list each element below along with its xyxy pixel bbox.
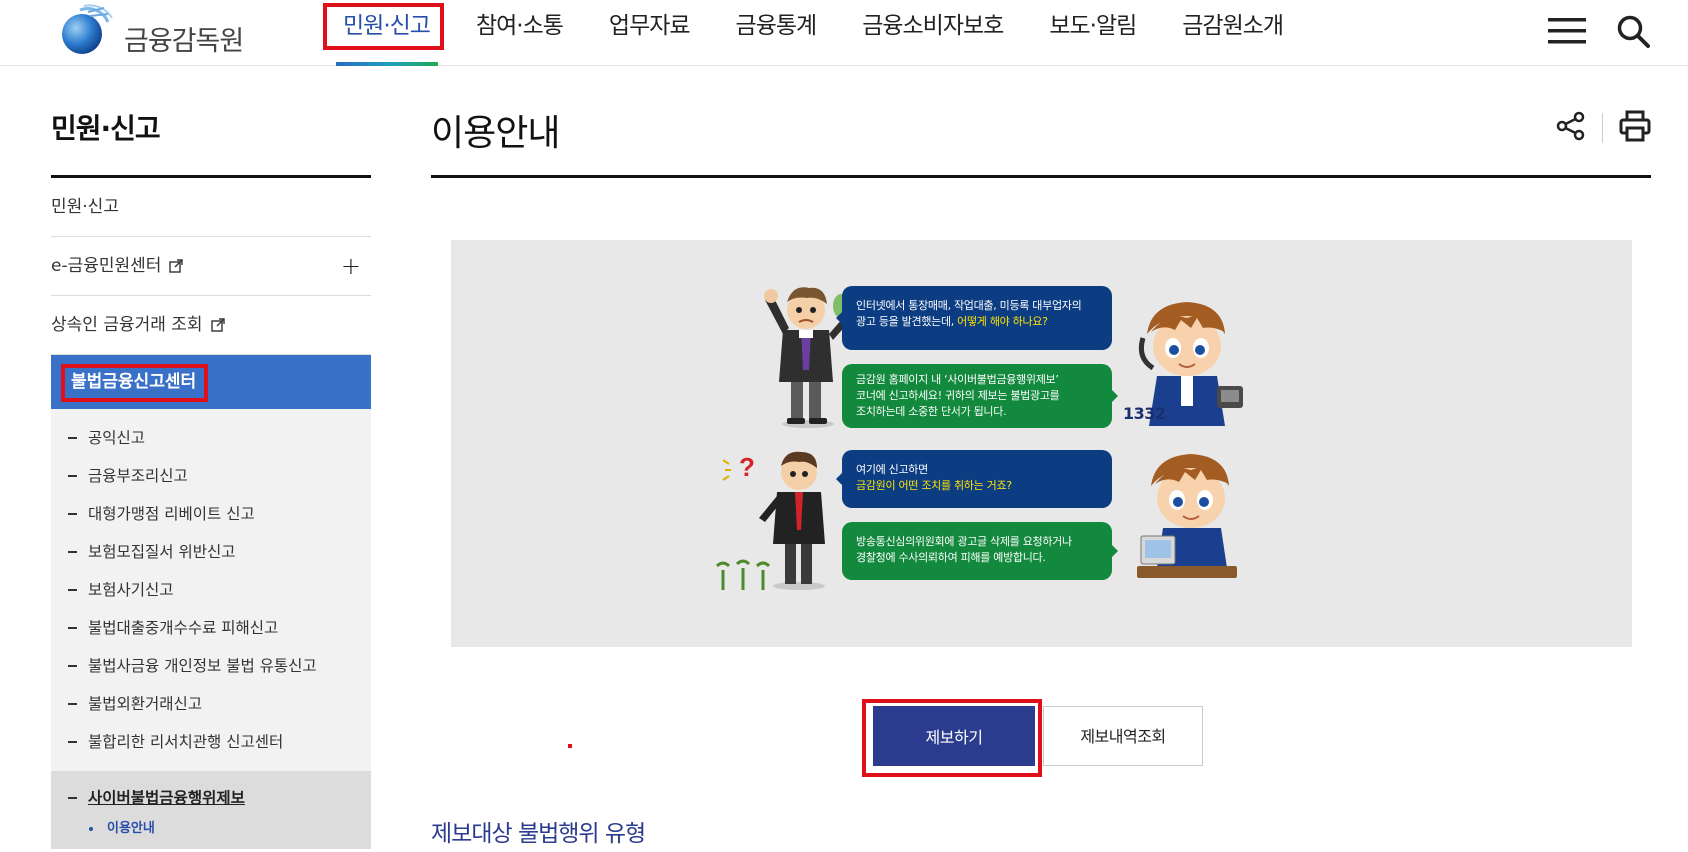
lnb-sub-item[interactable]: 불법외환거래신고 xyxy=(51,685,371,723)
lnb-item-label: 민원·신고 xyxy=(51,197,119,217)
lnb-sub-item-label: 불법대출중개수수료 피해신고 xyxy=(88,619,279,637)
dash-icon xyxy=(68,437,77,439)
bullet-icon xyxy=(89,827,93,831)
lnb-item-inheritance-lookup[interactable]: 상속인 금융거래 조회 xyxy=(51,296,371,355)
dash-icon xyxy=(68,703,77,705)
hotline-number: 1332 xyxy=(1123,404,1166,423)
lnb-title: 민원·신고 xyxy=(51,66,371,178)
lnb-item-e-complaint-center[interactable]: e-금융민원센터 + xyxy=(51,237,371,296)
section-title-violation-types: 제보대상 불법행위 유형 xyxy=(431,821,646,847)
print-icon[interactable] xyxy=(1619,110,1651,146)
dash-icon xyxy=(68,589,77,591)
lnb-active-illegal-finance-center[interactable]: 불법금융신고센터 xyxy=(51,355,371,409)
lnb-sub-item[interactable]: 불법사금융 개인정보 불법 유통신고 xyxy=(51,647,371,685)
logo-text: 금융감독원 xyxy=(124,25,244,57)
gnb-item-about[interactable]: 금감원소개 xyxy=(1159,0,1306,66)
bubble-text: 광고 등을 발견했는데, xyxy=(856,315,958,328)
lnb-sub-item-label: 불법사금융 개인정보 불법 유통신고 xyxy=(88,657,317,675)
lnb-item-label: 상속인 금융거래 조회 xyxy=(51,315,203,335)
site-header: 금융감독원 민원·신고 참여·소통 업무자료 금융통계 금융소비자보호 보도·알… xyxy=(0,0,1688,66)
lnb-sub-item-label: 보험사기신고 xyxy=(88,581,174,599)
expand-plus-icon[interactable]: + xyxy=(341,237,361,295)
dash-icon xyxy=(68,475,77,477)
usage-guide-illustration: 인터넷에서 통장매매, 작업대출, 미등록 대부업자의 광고 등을 발견했는데,… xyxy=(451,240,1632,647)
dash-icon xyxy=(68,627,77,629)
left-nav: 민원·신고 민원·신고 e-금융민원센터 + 상속인 금융거래 조회 불법금융신… xyxy=(51,66,371,849)
header-tools xyxy=(1548,12,1652,50)
lnb-current-group: 사이버불법금융행위제보 이용안내 xyxy=(51,771,371,849)
global-nav: 민원·신고 참여·소통 업무자료 금융통계 금융소비자보호 보도·알림 금감원소… xyxy=(320,0,1306,66)
lnb-leaf-label: 이용안내 xyxy=(107,821,155,836)
lnb-item-complaint[interactable]: 민원·신고 xyxy=(51,178,371,237)
lnb-sub-list: 공익신고 금융부조리신고 대형가맹점 리베이트 신고 보험모집질서 위반신고 보… xyxy=(51,409,371,771)
lnb-sub-item[interactable]: 금융부조리신고 xyxy=(51,457,371,495)
page-header: 이용안내 xyxy=(431,66,1651,178)
bubble-highlight-text: 금감원이 어떤 조치를 취하는 거죠? xyxy=(856,479,1012,492)
dash-icon xyxy=(68,797,77,799)
lnb-sub-item-label: 공익신고 xyxy=(88,429,146,447)
lnb-sub-item[interactable]: 보험사기신고 xyxy=(51,571,371,609)
bubble-text: 경찰청에 수사의뢰하여 피해를 예방합니다. xyxy=(856,551,1046,564)
lnb-sub-item-label: 불법외환거래신고 xyxy=(88,695,203,713)
gnb-item-work-materials[interactable]: 업무자료 xyxy=(586,0,713,66)
lnb-current-sub-item[interactable]: 사이버불법금융행위제보 xyxy=(51,781,371,815)
svg-text:?: ? xyxy=(739,452,755,482)
lnb-sub-item[interactable]: 불합리한 리서치관행 신고센터 xyxy=(51,723,371,761)
lnb-sub-item-label: 보험모집질서 위반신고 xyxy=(88,543,236,561)
lnb-current-leaf[interactable]: 이용안내 xyxy=(51,815,371,843)
gnb-item-participation[interactable]: 참여·소통 xyxy=(453,0,586,66)
gnb-item-complaint-report[interactable]: 민원·신고 xyxy=(320,0,453,66)
lnb-sub-item-label: 대형가맹점 리베이트 신고 xyxy=(88,505,255,523)
bubble-highlight-text: 어떻게 해야 하나요? xyxy=(957,315,1048,328)
fss-globe-logo-icon xyxy=(60,4,114,58)
bubble-text: 코너에 신고하세요! 귀하의 제보는 불법광고를 xyxy=(856,389,1060,402)
dash-icon xyxy=(68,665,77,667)
lnb-sub-item-label: 금융부조리신고 xyxy=(88,467,188,485)
lnb-item-label: e-금융민원센터 xyxy=(51,256,162,276)
page-title: 이용안내 xyxy=(431,113,560,154)
lnb-sub-item-label: 불합리한 리서치관행 신고센터 xyxy=(88,733,284,751)
search-icon[interactable] xyxy=(1614,12,1652,50)
report-button[interactable]: 제보하기 xyxy=(873,706,1035,766)
bubble-text: 여기에 신고하면 xyxy=(856,463,928,476)
officer-computer-illustration xyxy=(1137,450,1247,584)
worried-man-illustration xyxy=(763,278,853,432)
hamburger-menu-icon[interactable] xyxy=(1548,12,1586,50)
external-link-icon xyxy=(210,318,225,332)
lnb-sub-item[interactable]: 공익신고 xyxy=(51,419,371,457)
gnb-item-consumer-protection[interactable]: 금융소비자보호 xyxy=(839,0,1026,66)
dash-icon xyxy=(68,551,77,553)
speech-bubble-question-2: 여기에 신고하면 금감원이 어떤 조치를 취하는 거죠? xyxy=(836,450,1112,508)
lnb-sub-item-label: 사이버불법금융행위제보 xyxy=(88,789,245,807)
external-link-icon xyxy=(169,259,184,273)
gnb-item-financial-statistics[interactable]: 금융통계 xyxy=(713,0,840,66)
speech-bubble-answer-1: 금감원 홈페이지 내 ‘사이버불법금융행위제보’ 코너에 신고하세요! 귀하의 … xyxy=(842,364,1118,428)
bubble-text: 조치하는데 소중한 단서가 됩니다. xyxy=(856,405,1007,418)
gnb-item-press-notice[interactable]: 보도·알림 xyxy=(1026,0,1159,66)
bubble-text: 방송통신심의위원회에 광고글 삭제를 요청하거나 xyxy=(856,535,1072,548)
site-logo[interactable]: 금융감독원 xyxy=(60,4,244,58)
speech-bubble-question-1: 인터넷에서 통장매매, 작업대출, 미등록 대부업자의 광고 등을 발견했는데,… xyxy=(836,286,1112,350)
stray-red-mark xyxy=(568,744,572,748)
bubble-text: 인터넷에서 통장매매, 작업대출, 미등록 대부업자의 xyxy=(856,299,1082,312)
confused-man-illustration: ? xyxy=(713,440,853,594)
tool-divider xyxy=(1602,113,1603,143)
lnb-sub-item[interactable]: 불법대출중개수수료 피해신고 xyxy=(51,609,371,647)
lnb-sub-item[interactable]: 보험모집질서 위반신고 xyxy=(51,533,371,571)
lnb-sub-item[interactable]: 대형가맹점 리베이트 신고 xyxy=(51,495,371,533)
report-history-button[interactable]: 제보내역조회 xyxy=(1043,706,1203,766)
share-icon[interactable] xyxy=(1556,111,1586,145)
dash-icon xyxy=(68,513,77,515)
bubble-text: 금감원 홈페이지 내 ‘사이버불법금융행위제보’ xyxy=(856,373,1059,386)
speech-bubble-answer-2: 방송통신심의위원회에 광고글 삭제를 요청하거나 경찰청에 수사의뢰하여 피해를… xyxy=(842,522,1118,580)
main-content: 이용안내 인터넷에서 통장매매, 작업대출, 미등록 대부업자의 광고 등을 발… xyxy=(431,66,1651,847)
page-tools xyxy=(1556,110,1651,146)
dash-icon xyxy=(68,741,77,743)
